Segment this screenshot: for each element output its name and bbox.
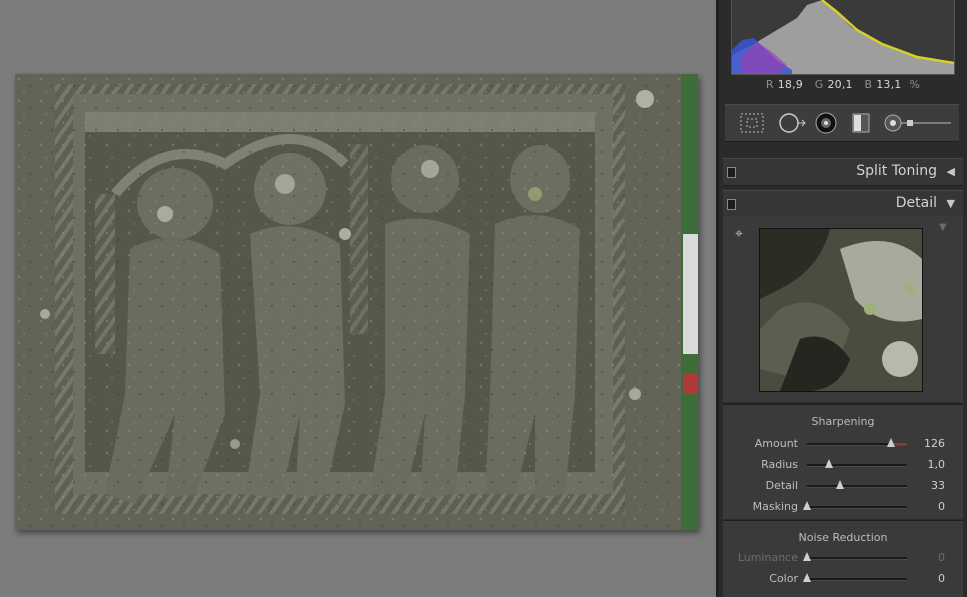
slider-label: Luminance	[737, 551, 798, 564]
split-toning-title: Split Toning	[856, 163, 937, 179]
develop-right-panel: R 18,9 G 20,1 B 13,1% Split Toning ◀ Detail…	[719, 0, 967, 597]
slider-track[interactable]	[803, 552, 907, 561]
slider-track[interactable]	[807, 480, 907, 489]
b-label: B	[864, 78, 873, 91]
r-value: 18,9	[777, 78, 803, 91]
slider-label: Color	[769, 572, 798, 585]
slider-value[interactable]: 0	[938, 500, 945, 513]
slider-label: Masking	[752, 500, 798, 513]
tool-strip	[725, 104, 959, 142]
slider-thumb[interactable]	[803, 573, 811, 582]
slider-masking[interactable]: Masking 0	[723, 498, 963, 516]
expand-arrow-icon[interactable]: ▼	[947, 197, 955, 210]
detail-header[interactable]: Detail ▼	[723, 190, 963, 218]
target-crosshair-icon[interactable]: ⌖	[735, 226, 743, 242]
adjustment-brush-icon[interactable]	[883, 111, 953, 135]
g-value: 20,1	[827, 78, 853, 91]
slider-track[interactable]	[807, 438, 907, 447]
spot-removal-icon[interactable]	[777, 111, 807, 135]
histogram	[731, 0, 955, 75]
slider-detail[interactable]: Detail 33	[723, 477, 963, 495]
slider-value[interactable]: 1,0	[928, 458, 946, 471]
slider-radius[interactable]: Radius 1,0	[723, 456, 963, 474]
slider-track[interactable]	[803, 573, 907, 582]
detail-switch[interactable]	[727, 199, 736, 210]
noise-reduction-title: Noise Reduction	[798, 531, 888, 544]
sharpening-group: Sharpening Amount 126 Radius 1,0 Detail 33 Mas…	[723, 404, 963, 519]
r-label: R	[765, 78, 774, 91]
slider-thumb[interactable]	[803, 552, 811, 561]
noise-reduction-group: Noise Reduction Luminance 0 Color 0	[723, 520, 963, 597]
split-toning-switch[interactable]	[727, 167, 736, 178]
percent-unit: %	[909, 78, 921, 91]
b-value: 13,1	[876, 78, 902, 91]
slider-value[interactable]: 0	[938, 551, 945, 564]
slider-label: Detail	[765, 479, 798, 492]
photo-stone-carving[interactable]	[15, 74, 698, 530]
slider-label: Amount	[754, 437, 798, 450]
slider-value[interactable]: 33	[931, 479, 945, 492]
image-canvas[interactable]	[0, 0, 716, 597]
collapse-arrow-icon[interactable]: ◀	[947, 165, 955, 178]
detail-title: Detail	[895, 195, 937, 211]
slider-color[interactable]: Color 0	[723, 570, 963, 588]
slider-thumb[interactable]	[836, 480, 844, 489]
crop-overlay-icon[interactable]	[739, 111, 765, 135]
slider-value[interactable]: 126	[924, 437, 945, 450]
slider-track[interactable]	[803, 501, 907, 510]
split-toning-header[interactable]: Split Toning ◀	[723, 158, 963, 186]
slider-thumb[interactable]	[887, 438, 895, 447]
detail-zoom-preview[interactable]	[759, 228, 923, 392]
red-eye-icon[interactable]	[813, 111, 839, 135]
slider-thumb[interactable]	[825, 459, 833, 468]
slider-label: Radius	[761, 458, 798, 471]
preview-toggle-icon[interactable]: ▼	[939, 222, 947, 233]
slider-value[interactable]: 0	[938, 572, 945, 585]
slider-track[interactable]	[807, 459, 907, 468]
g-label: G	[814, 78, 824, 91]
detail-preview-area: ⌖ ▼	[723, 216, 963, 402]
slider-luminance[interactable]: Luminance 0	[723, 549, 963, 567]
graduated-filter-icon[interactable]	[849, 111, 873, 135]
slider-thumb[interactable]	[803, 501, 811, 510]
rgb-readout: R 18,9 G 20,1 B 13,1%	[719, 78, 967, 91]
slider-amount[interactable]: Amount 126	[723, 435, 963, 453]
sharpening-title: Sharpening	[811, 415, 875, 428]
